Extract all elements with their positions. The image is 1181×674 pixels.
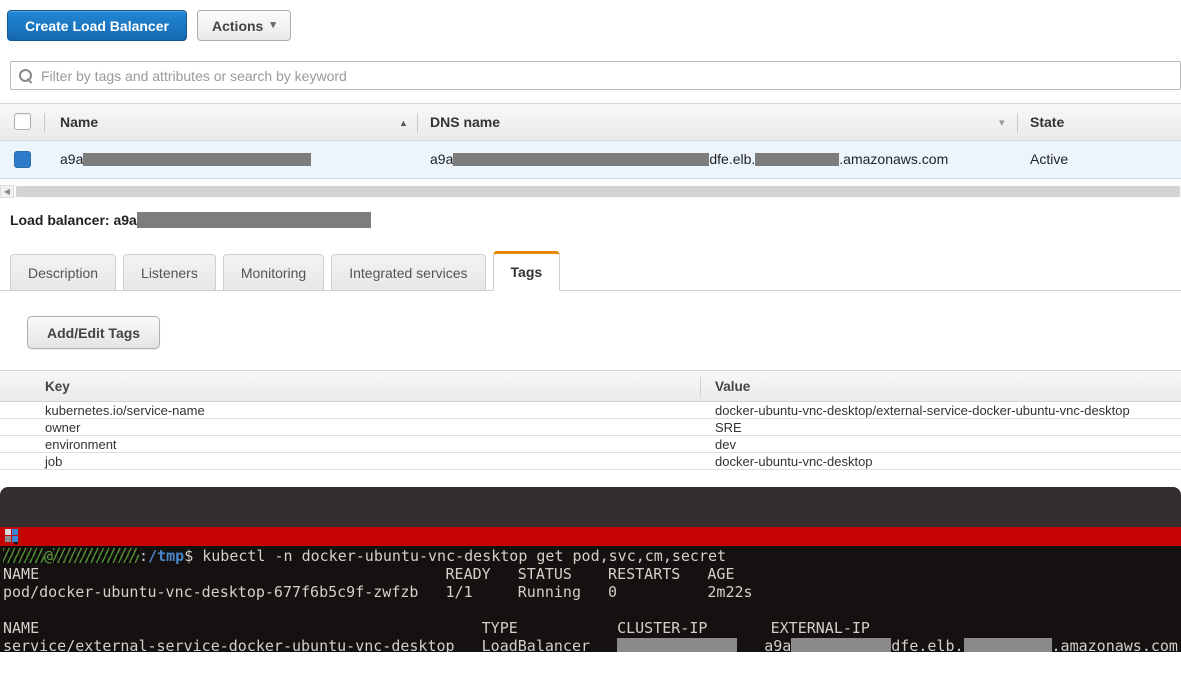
lb-state-cell: Active [1030,151,1068,167]
detail-tabs: Description Listeners Monitoring Integra… [0,250,1181,291]
column-separator [44,113,45,133]
terminal-prompt-line: @:/tmp$ kubectl -n docker-ubuntu-vnc-des… [3,547,1181,565]
tag-row: environment dev [0,436,1181,453]
terminal-screen[interactable]: @:/tmp$ kubectl -n docker-ubuntu-vnc-des… [0,546,1181,652]
tab-tags[interactable]: Tags [493,251,561,291]
search-icon [19,69,33,83]
horizontal-scrollbar[interactable]: ◀ [0,185,1181,198]
terminal-window: @:/tmp$ kubectl -n docker-ubuntu-vnc-des… [0,487,1181,652]
chevron-down-icon: ▾ [270,20,276,31]
redacted-user [3,548,44,563]
filter-input[interactable] [41,68,1180,84]
tab-listeners[interactable]: Listeners [123,254,216,291]
terminal-pod-row: pod/docker-ubuntu-vnc-desktop-677f6b5c9f… [3,583,1181,601]
terminal-menu-bar [0,527,1181,546]
sort-asc-icon[interactable]: ▲ [399,118,408,128]
column-header-name[interactable]: Name [60,114,98,130]
actions-button[interactable]: Actions ▾ [197,10,291,41]
add-edit-tags-button[interactable]: Add/Edit Tags [27,316,160,349]
terminal-title-bar[interactable] [0,487,1181,527]
redaction-block [964,638,1052,652]
column-separator [1017,113,1018,133]
load-balancer-detail-heading: Load balancer: a9a [10,212,371,228]
column-header-value: Value [715,379,750,394]
redaction-block [137,212,371,228]
terminal-svc-row: service/external-service-docker-ubuntu-v… [3,637,1181,652]
terminal-blank-line [3,601,1181,619]
tags-table-header: Key Value [0,370,1181,402]
redaction-block [453,153,709,166]
load-balancer-table: Name ▲ DNS name ▾ State a9a a9adfe.elb..… [0,103,1181,179]
tag-row: kubernetes.io/service-name docker-ubuntu… [0,402,1181,419]
detail-label: Load balancer: [10,212,110,228]
redaction-block [83,153,311,166]
tab-monitoring[interactable]: Monitoring [223,254,324,291]
terminal-svc-header: NAME TYPE CLUSTER-IP EXTERNAL-IP [3,619,1181,637]
tags-table: Key Value kubernetes.io/service-name doc… [0,370,1181,470]
column-header-dns[interactable]: DNS name [430,114,500,130]
redacted-host [53,548,139,563]
create-load-balancer-button[interactable]: Create Load Balancer [7,10,187,41]
column-header-key: Key [45,379,70,394]
load-balancer-row[interactable]: a9a a9adfe.elb..amazonaws.com Active [0,141,1181,179]
select-all-checkbox[interactable] [14,113,31,130]
column-separator [700,377,701,397]
redaction-block [791,638,891,652]
actions-button-label: Actions [212,18,263,34]
column-separator [417,113,418,133]
tab-integrated-services[interactable]: Integrated services [331,254,485,291]
scrollbar-thumb[interactable] [16,186,1180,197]
lb-dns-cell: a9adfe.elb..amazonaws.com [430,151,948,167]
terminal-menu-icon[interactable] [5,529,19,544]
column-header-state[interactable]: State [1030,114,1064,130]
scroll-left-icon[interactable]: ◀ [0,185,14,198]
sort-dropdown-icon[interactable]: ▾ [999,116,1005,129]
tab-description[interactable]: Description [10,254,116,291]
redaction-block [755,153,839,166]
terminal-pod-header: NAME READY STATUS RESTARTS AGE [3,565,1181,583]
filter-bar[interactable] [10,61,1181,90]
redaction-block [617,638,737,652]
tag-row: job docker-ubuntu-vnc-desktop [0,453,1181,470]
row-checkbox-checked[interactable] [14,151,31,168]
lb-name-cell: a9a [60,151,311,167]
load-balancer-table-header: Name ▲ DNS name ▾ State [0,103,1181,141]
tag-row: owner SRE [0,419,1181,436]
page: Create Load Balancer Actions ▾ Name ▲ DN… [0,0,1181,674]
